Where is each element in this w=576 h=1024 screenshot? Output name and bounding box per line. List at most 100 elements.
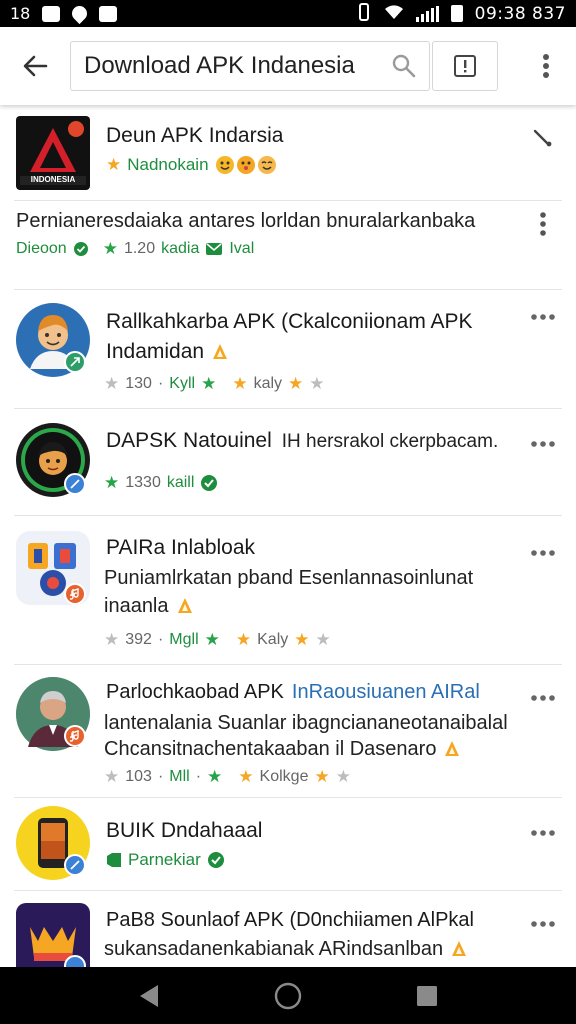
meta-label: Mgll xyxy=(169,631,199,648)
star-icon: ★ xyxy=(294,630,310,649)
premium-icon xyxy=(177,598,192,613)
star-icon: ★ xyxy=(106,155,122,174)
star-icon: ★ xyxy=(104,630,120,649)
star-icon: ★ xyxy=(235,630,252,649)
app-icon xyxy=(16,903,90,967)
app-icon xyxy=(16,806,90,880)
info-icon xyxy=(454,55,476,77)
list-item[interactable]: PaB8 Sounlaof APK (D0nchiiamen AlPkal su… xyxy=(0,891,576,967)
search-input[interactable]: Download APK Indanesia xyxy=(70,41,430,91)
app-icon xyxy=(16,423,90,497)
promo-meta-row: Dieoon ★ 1.20 kadia Ival xyxy=(16,239,254,259)
back-arrow-icon xyxy=(23,55,48,77)
app-description-continued: Chcansitnachentakaaban il Dasenaro xyxy=(104,738,437,760)
status-notification-count: 18 xyxy=(10,4,31,23)
tag-icon xyxy=(107,853,121,867)
rating-row: ★ 130 · Kyll ★ ★ kaly ★ ★ xyxy=(104,374,325,393)
app-icon-caption: INDONESIA xyxy=(30,175,76,184)
meta-label: kaly xyxy=(253,375,283,392)
app-title: Deun APK Indarsia xyxy=(106,124,284,147)
app-title: DAPSK Natouinel xyxy=(106,429,272,452)
promo-text: Pernianeresdaiaka antares lorldan bnural… xyxy=(16,210,476,232)
back-button[interactable] xyxy=(0,27,70,105)
premium-icon xyxy=(213,344,228,359)
emoji-icons xyxy=(215,155,277,175)
home-circle-icon xyxy=(274,982,302,1009)
star-icon: ★ xyxy=(102,239,118,258)
star-icon: ★ xyxy=(207,767,223,786)
nav-home-button[interactable] xyxy=(268,976,308,1016)
battery-icon xyxy=(450,5,463,22)
rating-value: 130 xyxy=(125,375,152,392)
status-badge xyxy=(64,583,86,605)
more-button[interactable] xyxy=(528,209,558,239)
more-button[interactable] xyxy=(528,302,558,332)
star-icon: ★ xyxy=(104,473,120,492)
app-description-continued: inaanla xyxy=(104,595,169,617)
navigation-bar xyxy=(0,967,576,1024)
status-time: 09:38 837 xyxy=(474,3,566,24)
app-title: PAIRa Inlabloak xyxy=(106,536,256,559)
app-icon xyxy=(16,677,90,751)
star-icon: ★ xyxy=(288,374,304,393)
promo-item[interactable]: Pernianeresdaiaka antares lorldan bnural… xyxy=(0,201,576,289)
more-button[interactable] xyxy=(528,909,558,939)
collapse-button[interactable] xyxy=(528,123,558,153)
mail-icon xyxy=(206,243,223,255)
premium-icon xyxy=(445,741,460,756)
more-horiz-icon xyxy=(531,314,555,320)
more-horiz-icon xyxy=(531,695,555,701)
list-item[interactable]: PAIRa Inlabloak Puniamlrkatan pband Esen… xyxy=(0,516,576,664)
app-title-row: Parlochkaobad APK InRaousiuanen AIRal xyxy=(106,681,480,704)
meta-label: Mll xyxy=(169,768,190,785)
more-horiz-icon xyxy=(531,921,555,927)
list-item[interactable]: INDONESIA Deun APK Indarsia ★ Nadnokain xyxy=(0,105,576,200)
meta-label: kaill xyxy=(166,474,195,491)
search-icon[interactable] xyxy=(389,51,419,81)
meta-label: Kolkge xyxy=(259,768,309,785)
more-vert-icon xyxy=(540,212,546,236)
info-button[interactable] xyxy=(432,41,498,91)
signal-icon xyxy=(415,5,439,22)
app-icon xyxy=(16,531,90,605)
promo-label: kadia xyxy=(161,240,200,257)
more-horiz-icon xyxy=(531,441,555,447)
star-icon: ★ xyxy=(315,630,331,649)
vibrate-icon xyxy=(356,2,372,25)
app-subtitle: Nadnokain xyxy=(127,155,209,174)
list-item[interactable]: Parlochkaobad APK InRaousiuanen AIRal la… xyxy=(0,665,576,797)
verified-icon xyxy=(201,475,218,491)
app-icon: INDONESIA xyxy=(16,116,90,190)
more-horiz-icon xyxy=(531,550,555,556)
verified-icon xyxy=(73,242,88,256)
rating-row: ★ 392 · Mgll ★ ★ Kaly ★ ★ xyxy=(104,630,331,649)
status-badge xyxy=(64,351,86,373)
promo-brand: Dieoon xyxy=(16,240,67,257)
star-icon: ★ xyxy=(335,767,351,786)
nav-back-button[interactable] xyxy=(129,976,169,1016)
list-item[interactable]: Rallkahkarba APK (Ckalconiionam APK Inda… xyxy=(0,290,576,408)
app-title: Parlochkaobad APK xyxy=(106,681,284,703)
overflow-menu-button[interactable] xyxy=(516,27,576,105)
more-button[interactable] xyxy=(528,538,558,568)
app-description-row: sukansadanenkabianak ARindsanlban xyxy=(104,935,469,963)
more-vert-icon xyxy=(543,54,549,78)
publisher-row: Parnekiar xyxy=(106,850,225,870)
more-button[interactable] xyxy=(528,429,558,459)
more-button[interactable] xyxy=(528,683,558,713)
more-button[interactable] xyxy=(528,818,558,848)
status-badge xyxy=(64,725,86,747)
app-title-line2: Indamidan xyxy=(106,337,230,367)
list-item[interactable]: BUIK Dndahaaal Parnekiar xyxy=(0,798,576,890)
star-icon: ★ xyxy=(204,630,220,649)
promo-rating: 1.20 xyxy=(123,240,156,257)
rating-row: ★ 1330 kaill xyxy=(104,473,218,493)
meta-label: Kaly xyxy=(257,631,289,648)
app-title-link[interactable]: InRaousiuanen AIRal xyxy=(292,681,480,704)
app-subtitle-row: ★ Nadnokain xyxy=(106,155,277,175)
star-icon: ★ xyxy=(104,374,120,393)
search-query-text: Download APK Indanesia xyxy=(84,52,355,79)
list-item[interactable]: DAPSK Natouinel IH hersrakol ckerpbacam.… xyxy=(0,409,576,515)
nav-recents-button[interactable] xyxy=(407,976,447,1016)
star-icon: ★ xyxy=(232,374,248,393)
